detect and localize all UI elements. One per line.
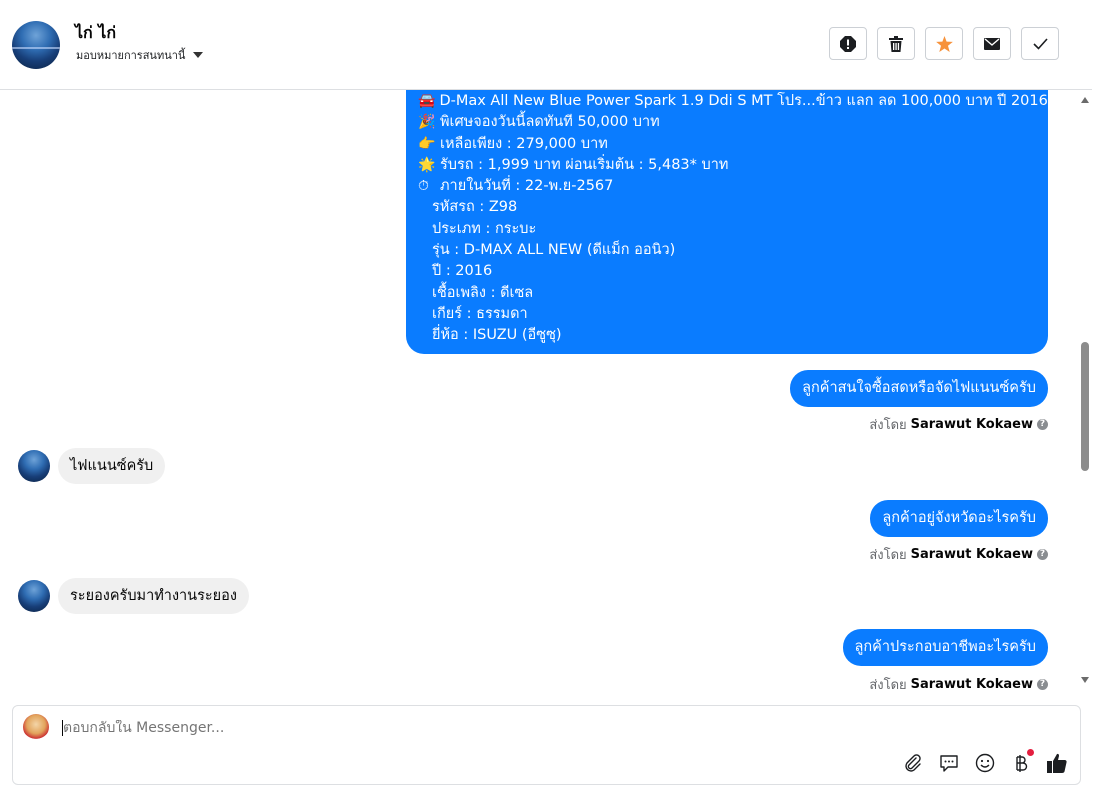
incoming-message-row: ระยองครับมาทำงานระยอง (18, 578, 249, 614)
car-brand: ยี่ห้อ : ISUZU (อีซูซุ) (432, 327, 562, 344)
spam-icon (840, 35, 856, 52)
outgoing-message: ลูกค้าประกอบอาชีพอะไรครับ (842, 629, 1048, 666)
trash-icon (889, 35, 903, 52)
mark-spam-button[interactable] (829, 27, 867, 60)
party-emoji-icon: 🎉 (418, 114, 436, 131)
car-code: รหัสรถ : Z98 (432, 199, 518, 216)
outgoing-message: ลูกค้าอยู่จังหวัดอะไรครับ (870, 500, 1048, 537)
car-fuel: เชื้อเพลิง : ดีเซล (432, 284, 534, 301)
incoming-message-row: ไฟแนนซ์ครับ (18, 448, 166, 484)
mark-unread-button[interactable] (973, 27, 1011, 60)
contact-avatar-small (18, 450, 50, 482)
chevron-down-icon (193, 52, 204, 58)
assign-label: มอบหมายการสนทนานี้ (76, 49, 186, 62)
delete-button[interactable] (877, 27, 915, 60)
help-icon[interactable]: ? (1037, 549, 1048, 560)
sent-by-info: ส่งโดย Sarawut Kokaew ? (869, 544, 1048, 565)
outgoing-message: ลูกค้าสนใจซื้อสดหรือจัดไฟแนนซ์ครับ (790, 370, 1048, 407)
emoji-button[interactable] (974, 752, 996, 774)
payment-button[interactable] (1010, 749, 1034, 774)
star-icon (935, 35, 953, 52)
scroll-up-icon[interactable] (1081, 97, 1089, 103)
page-avatar (23, 714, 49, 740)
car-year: ปี : 2016 (432, 263, 493, 280)
saved-reply-icon (940, 755, 958, 772)
star-button[interactable] (925, 27, 963, 60)
check-icon (1032, 37, 1048, 50)
car-price: เหลือเพียง : 279,000 บาท (440, 135, 608, 152)
mail-icon (984, 37, 1000, 50)
reply-composer (12, 705, 1081, 785)
sent-by-name: Sarawut Kokaew (910, 417, 1033, 432)
car-emoji-icon: 🚘 (418, 93, 436, 109)
sent-by-prefix: ส่งโดย (869, 418, 907, 433)
incoming-message: ระยองครับมาทำงานระยอง (58, 578, 249, 614)
help-icon[interactable]: ? (1037, 679, 1048, 690)
help-icon[interactable]: ? (1037, 419, 1048, 430)
car-type: ประเภท : กระบะ (432, 220, 537, 237)
sent-by-name: Sarawut Kokaew (910, 547, 1033, 562)
message-thread: 🚘 D-Max All New Blue Power Spark 1.9 Ddi … (0, 90, 1078, 695)
contact-avatar[interactable] (12, 21, 60, 69)
car-gear: เกียร์ : ธรรมดา (432, 305, 528, 322)
stopwatch-emoji-icon: ⏱ (418, 178, 429, 195)
thread-scrollbar[interactable] (1078, 90, 1092, 695)
like-icon (1047, 753, 1067, 773)
attach-button[interactable] (902, 752, 924, 774)
scroll-thumb[interactable] (1081, 342, 1089, 471)
assign-conversation-dropdown[interactable]: มอบหมายการสนทนานี้ (76, 46, 204, 64)
car-deadline: ภายในวันที่ : 22-พ.ย-2567 (440, 178, 614, 195)
like-button[interactable] (1046, 752, 1068, 774)
scroll-down-icon[interactable] (1081, 677, 1089, 683)
car-promo: พิเศษจองวันนี้ลดทันที 50,000 บาท (440, 114, 660, 131)
sent-by-prefix: ส่งโดย (869, 678, 907, 693)
car-down-payment: รับรถ : 1,999 บาท ผ่อนเริ่มต้น : 5,483* … (440, 156, 729, 173)
composer-tools (902, 749, 1068, 774)
attach-icon (905, 754, 921, 772)
emoji-icon (975, 753, 995, 773)
contact-name[interactable]: ไก่ ไก่ (75, 21, 116, 46)
car-headline: D-Max All New Blue Power Spark 1.9 Ddi S… (439, 93, 1048, 109)
sent-by-info: ส่งโดย Sarawut Kokaew ? (869, 674, 1048, 695)
contact-avatar-small (18, 580, 50, 612)
pointing-emoji-icon: 👉 (418, 135, 436, 152)
car-model: รุ่น : D-MAX ALL NEW (ดีแม็ก ออนิว) (432, 242, 676, 259)
mark-done-button[interactable] (1021, 27, 1059, 60)
reply-input[interactable] (63, 720, 663, 736)
header-actions (829, 27, 1059, 60)
star-emoji-icon: 🌟 (418, 156, 436, 173)
sent-by-name: Sarawut Kokaew (910, 677, 1033, 692)
notification-dot (1027, 749, 1034, 756)
saved-replies-button[interactable] (938, 752, 960, 774)
conversation-header: ไก่ ไก่ มอบหมายการสนทนานี้ (0, 0, 1092, 90)
car-listing-message: 🚘 D-Max All New Blue Power Spark 1.9 Ddi … (406, 90, 1048, 354)
sent-by-prefix: ส่งโดย (869, 548, 907, 563)
sent-by-info: ส่งโดย Sarawut Kokaew ? (869, 414, 1048, 435)
incoming-message: ไฟแนนซ์ครับ (58, 448, 166, 484)
baht-icon (1016, 755, 1028, 772)
